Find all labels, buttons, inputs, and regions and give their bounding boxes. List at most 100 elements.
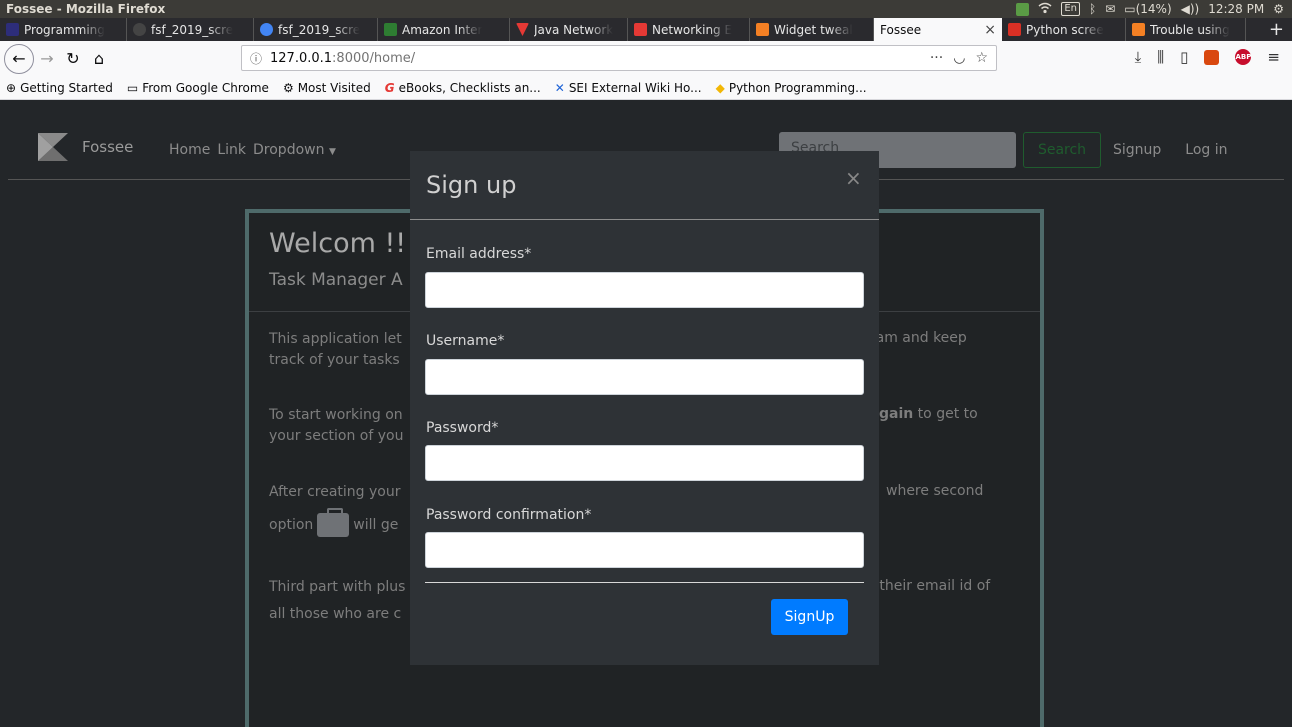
bookmark-label: From Google Chrome (142, 80, 269, 95)
tab-close-icon[interactable]: × (984, 22, 996, 38)
os-top-bar: Fossee - Mozilla Firefox En ᛒ ✉ ▭(14%) ◀… (0, 0, 1292, 18)
address-bar[interactable]: ⓘ 127.0.0.1:8000/home/ ··· ◡ ☆ (241, 45, 997, 71)
card-text: gain to get to (879, 406, 978, 422)
sidebar-icon[interactable]: ▯ (1180, 48, 1188, 66)
reload-icon[interactable]: ↻ (60, 46, 86, 72)
tab-fossee[interactable]: Fossee × (874, 18, 1002, 41)
tab-widget-tweak[interactable]: Widget tweal (750, 18, 874, 41)
bookmark-label: SEI External Wiki Ho... (568, 80, 702, 95)
tab-label: Python scree (1026, 22, 1104, 37)
wifi-icon[interactable] (1038, 2, 1052, 17)
tab-programming[interactable]: Programming (0, 18, 127, 41)
tab-java-network[interactable]: Java Network (510, 18, 628, 41)
username-label: Username* (426, 333, 505, 349)
username-field[interactable] (425, 359, 864, 395)
tab-label: fsf_2019_scre (151, 22, 234, 37)
tab-amazon[interactable]: Amazon Inter (378, 18, 510, 41)
bookmark-python-programming[interactable]: ◆ Python Programming... (716, 81, 867, 95)
site-search-button[interactable]: Search (1023, 132, 1101, 168)
nav-login[interactable]: Log in (1185, 142, 1227, 158)
tab-python-screen[interactable]: Python scree (1002, 18, 1126, 41)
nav-signup[interactable]: Signup (1113, 142, 1161, 158)
tab-github-1[interactable]: fsf_2019_scre (127, 18, 254, 41)
pocket-icon[interactable]: ◡ (953, 50, 965, 66)
bookmark-sei-wiki[interactable]: ✕ SEI External Wiki Ho... (555, 81, 702, 95)
downloads-icon[interactable]: ⤓ (1135, 48, 1142, 66)
new-tab-plus-icon[interactable]: + (1261, 18, 1292, 41)
bookmark-getting-started[interactable]: ⊕ Getting Started (6, 81, 113, 95)
signup-submit-button[interactable]: SignUp (771, 599, 848, 635)
brand[interactable]: Fossee (38, 133, 133, 161)
tab-networking[interactable]: Networking E (628, 18, 750, 41)
tab-trouble-using[interactable]: Trouble using (1126, 18, 1246, 41)
card-text: After creating your (269, 484, 401, 500)
tab-favicon-icon (6, 23, 19, 36)
close-icon[interactable]: × (845, 166, 862, 190)
extension-icon[interactable] (1204, 49, 1220, 65)
keyboard-language[interactable]: En (1061, 2, 1080, 16)
battery-indicator[interactable]: ▭(14%) (1124, 2, 1171, 16)
nav-home[interactable]: Home (169, 142, 210, 158)
bookmark-star-icon[interactable]: ☆ (975, 50, 988, 66)
signup-modal: Sign up × Email address* Username* Passw… (410, 151, 879, 665)
library-icon[interactable]: ⫼ (1157, 48, 1164, 66)
settings-gear-icon[interactable]: ⚙ (1273, 2, 1284, 16)
password-confirm-label: Password confirmation* (426, 507, 592, 523)
page-actions-ellipsis-icon[interactable]: ··· (930, 50, 943, 66)
battery-percent: (14%) (1135, 2, 1172, 16)
g-icon: G (384, 80, 395, 95)
bluetooth-icon[interactable]: ᛒ (1089, 2, 1096, 16)
bookmark-label: Most Visited (297, 80, 371, 95)
email-label: Email address* (426, 246, 532, 262)
tab-label: Widget tweal (774, 22, 853, 37)
nav-link[interactable]: Link (217, 142, 246, 158)
tab-favicon-icon (516, 23, 529, 36)
card-text-bold: gain (879, 406, 914, 422)
fossee-logo-icon (38, 133, 68, 161)
tab-label: Programming (24, 22, 105, 37)
tab-label: Amazon Inter (402, 22, 483, 37)
bookmark-most-visited[interactable]: ⚙ Most Visited (283, 81, 371, 95)
email-field[interactable] (425, 272, 864, 308)
gmail-icon (1008, 23, 1021, 36)
battery-icon: ▭ (1124, 2, 1136, 16)
card-text: Third part with plus (269, 579, 406, 595)
bookmark-from-google-chrome[interactable]: ▭ From Google Chrome (127, 81, 269, 95)
back-arrow-icon[interactable]: ← (4, 43, 34, 74)
card-text: where second (886, 483, 984, 499)
confluence-icon: ✕ (554, 80, 565, 95)
app-indicator-icon[interactable] (1016, 2, 1030, 16)
stackoverflow-icon (1132, 23, 1145, 36)
stackoverflow-icon (756, 23, 769, 36)
tab-label: Trouble using (1150, 22, 1230, 37)
oracle-icon (634, 23, 647, 36)
dropdown-label: Dropdown (253, 142, 325, 158)
nav-dropdown[interactable]: Dropdown ▼ (253, 142, 336, 158)
bookmark-label: Getting Started (20, 80, 113, 95)
python-icon: ◆ (715, 80, 725, 95)
card-text: your section of you (269, 428, 404, 444)
clock[interactable]: 12:28 PM (1208, 2, 1264, 16)
password-field[interactable] (425, 445, 864, 481)
bookmark-ebooks[interactable]: GeBooks, Checklists an... (385, 81, 541, 95)
card-text: eam and keep (867, 330, 967, 346)
volume-icon[interactable]: ◀)) (1181, 2, 1200, 16)
tab-strip: Programming fsf_2019_scre fsf_2019_scre … (0, 18, 1292, 41)
card-text: track of your tasks (269, 352, 400, 368)
password-confirm-field[interactable] (425, 532, 864, 568)
card-text: option (269, 517, 314, 533)
tab-favicon-icon (384, 23, 397, 36)
tab-label: Java Network (534, 22, 614, 37)
home-icon[interactable]: ⌂ (86, 46, 112, 72)
card-text-option: option will ge (269, 508, 398, 537)
tab-google[interactable]: fsf_2019_scre (254, 18, 378, 41)
forward-arrow-icon[interactable]: → (34, 46, 60, 72)
mail-icon[interactable]: ✉ (1105, 2, 1115, 16)
gear-icon: ⚙ (282, 80, 294, 95)
card-title: Welcom !!! (269, 228, 417, 259)
site-info-icon[interactable]: ⓘ (250, 50, 262, 67)
adblock-plus-icon[interactable]: ABP (1235, 49, 1252, 65)
hamburger-menu-icon[interactable]: ≡ (1267, 48, 1280, 66)
window-title: Fossee - Mozilla Firefox (6, 2, 166, 16)
modal-title: Sign up (426, 171, 517, 199)
